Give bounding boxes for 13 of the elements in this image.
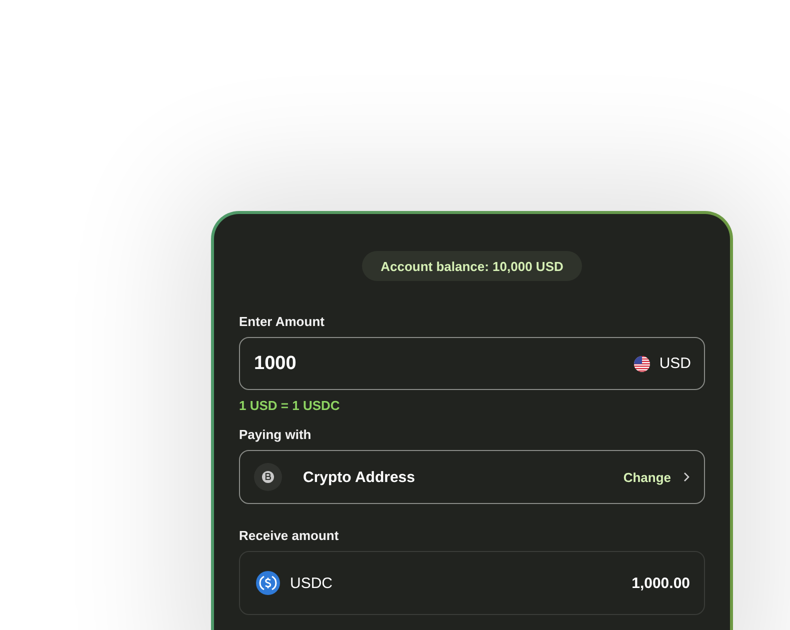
field-label: Enter Amount <box>239 314 326 329</box>
receive-value: 1,000.00 <box>632 574 690 592</box>
currency-label: USD <box>659 355 691 372</box>
exchange-rate: 1 USD = 1 USDC <box>239 398 341 413</box>
payment-method-selector[interactable]: Crypto Address Change <box>239 450 705 504</box>
coin-icon <box>254 463 282 491</box>
field-label: Receive amount <box>239 528 340 543</box>
chevron-right-icon <box>683 472 690 482</box>
dollar-coin-icon <box>256 571 280 595</box>
token-name: USDC <box>290 574 334 592</box>
field-label: Paying with <box>239 427 312 442</box>
flag-icon <box>634 356 650 372</box>
account-balance: Account balance: 10,000 USD <box>362 251 582 281</box>
